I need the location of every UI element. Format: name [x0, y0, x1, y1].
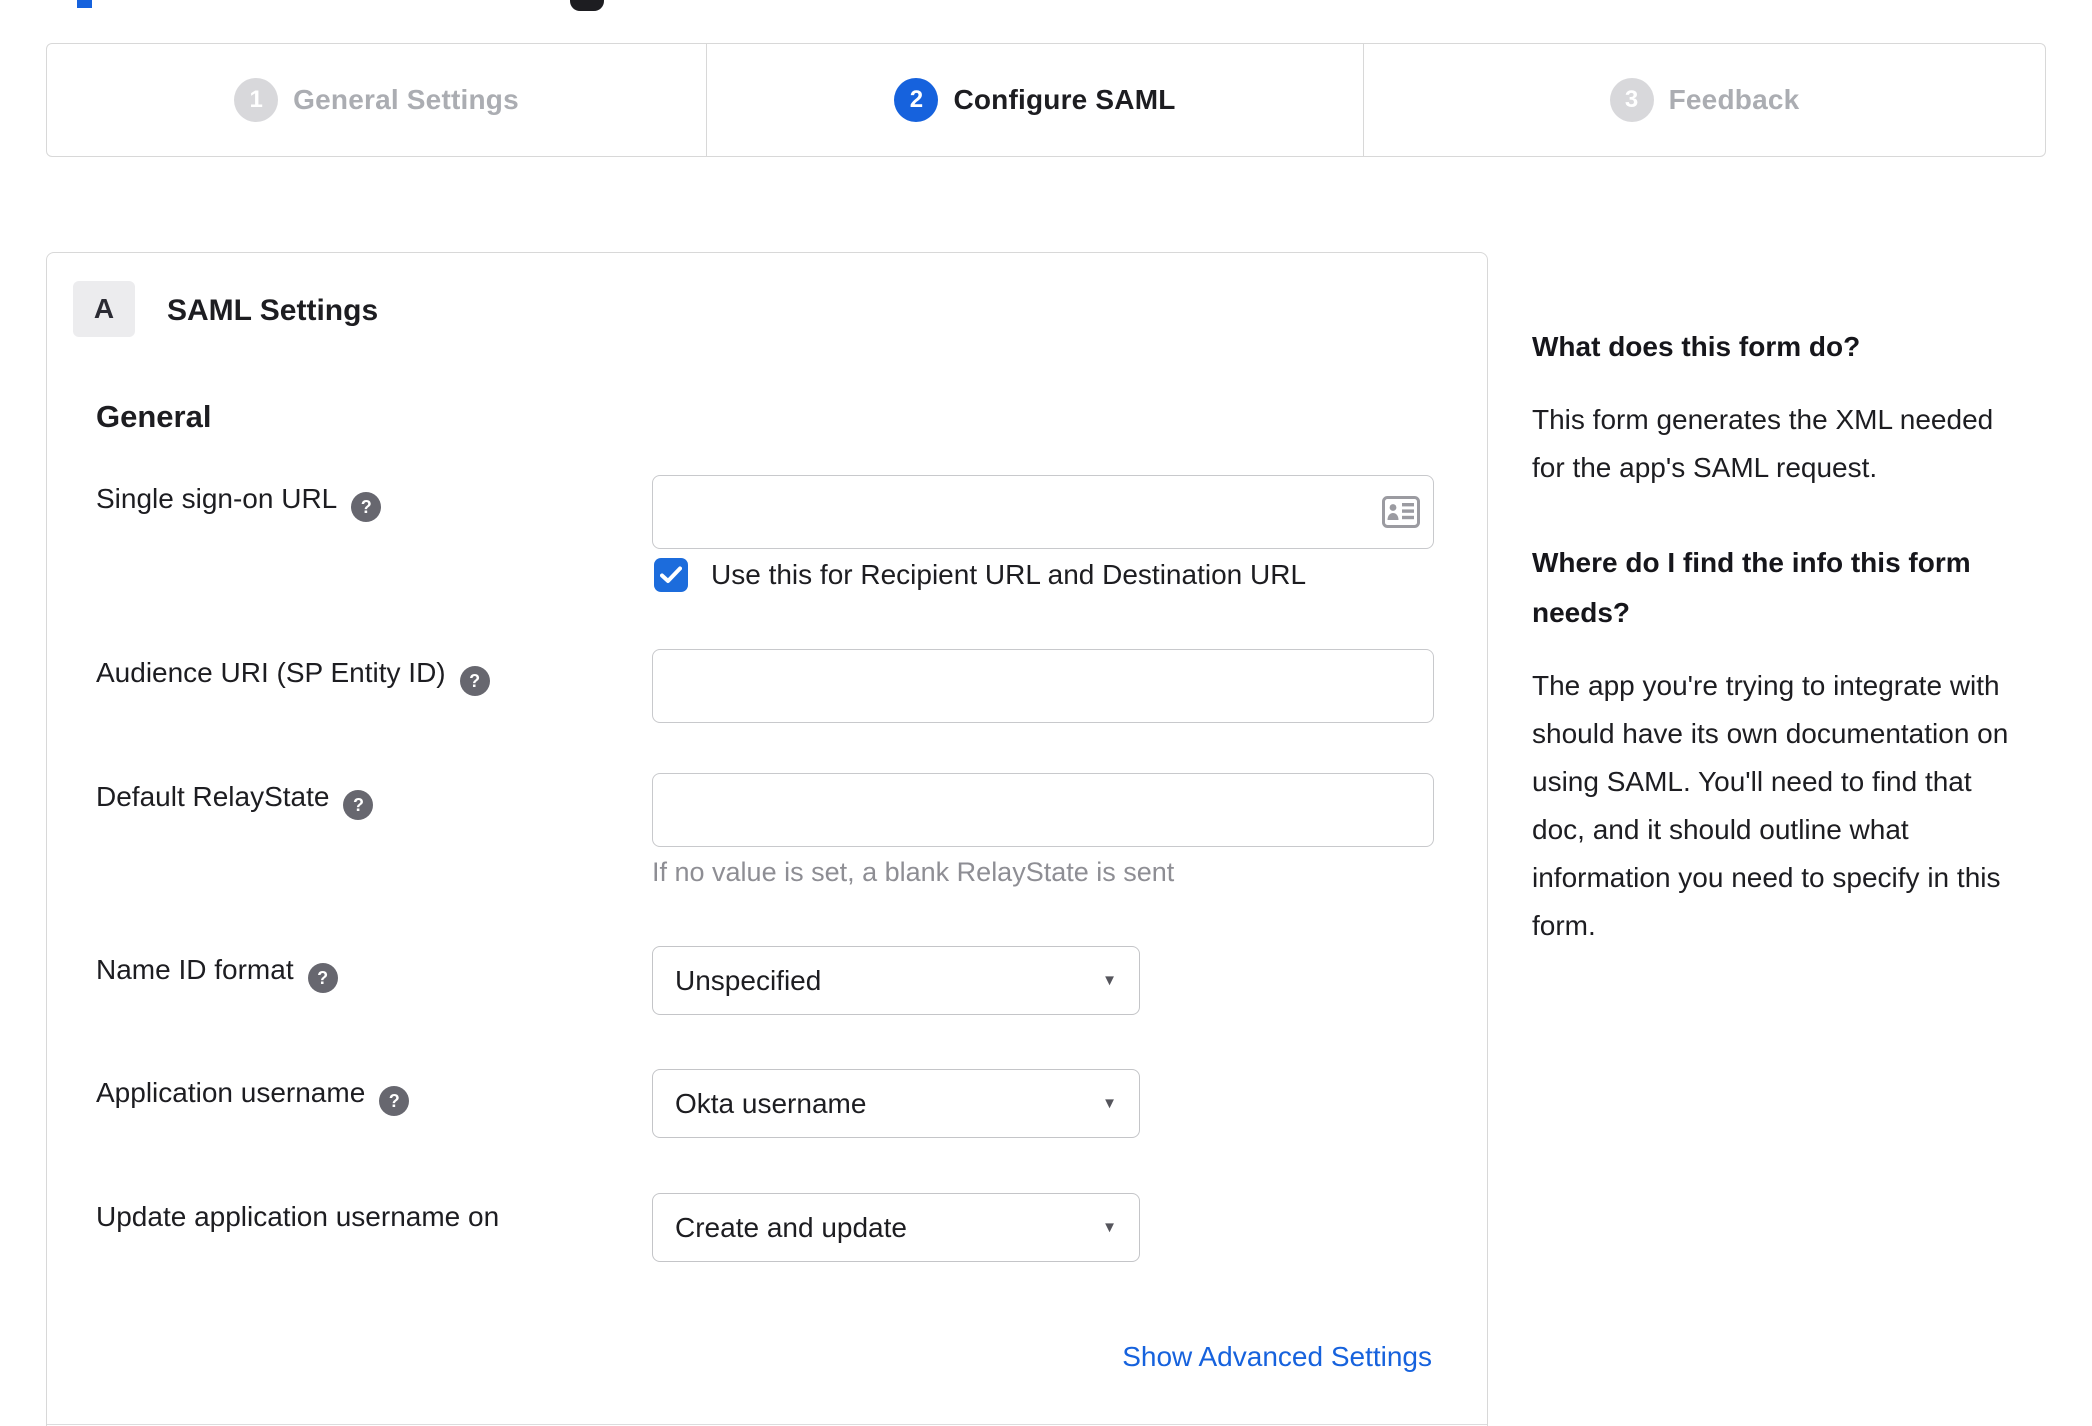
sso-url-field-wrap [652, 475, 1434, 549]
wizard-stepper: 1 General Settings 2 Configure SAML 3 Fe… [46, 43, 2046, 157]
step-3-label: Feedback [1668, 84, 1800, 115]
step-1-number-badge: 1 [234, 78, 279, 122]
help-icon[interactable] [343, 790, 374, 820]
sidebar-paragraph-what: This form generates the XML needed for t… [1532, 404, 1994, 483]
sso-url-label: Single sign-on URL [96, 483, 382, 522]
application-username-value: Okta username [675, 1087, 867, 1119]
cutoff-black-fragment [570, 0, 604, 11]
name-id-format-select[interactable]: Unspecified ▼ [652, 946, 1140, 1015]
help-sidebar: What does this form do? This form genera… [1532, 330, 2037, 950]
cutoff-blue-fragment [77, 0, 92, 8]
show-advanced-settings-link[interactable]: Show Advanced Settings [1122, 1341, 1432, 1373]
sidebar-paragraph-where: The app you're trying to integrate with … [1532, 670, 2009, 941]
relay-state-input[interactable] [652, 773, 1434, 847]
checkmark-icon [660, 566, 682, 583]
name-id-format-value: Unspecified [675, 964, 822, 996]
step-configure-saml[interactable]: 2 Configure SAML [706, 44, 1363, 156]
recipient-url-checkbox[interactable] [654, 558, 688, 592]
audience-uri-input[interactable] [652, 649, 1434, 723]
relay-state-label: Default RelayState [96, 781, 374, 820]
step-feedback[interactable]: 3 Feedback [1363, 44, 2045, 156]
application-username-label: Application username [96, 1077, 410, 1116]
chevron-down-icon: ▼ [1102, 1095, 1117, 1112]
help-icon[interactable] [379, 1086, 410, 1116]
general-heading: General [96, 399, 212, 434]
chevron-down-icon: ▼ [1102, 1219, 1117, 1236]
name-id-format-label: Name ID format [96, 954, 338, 993]
update-username-label: Update application username on [96, 1201, 500, 1232]
audience-uri-label: Audience URI (SP Entity ID) [96, 657, 490, 696]
step-1-label: General Settings [293, 84, 519, 115]
step-general-settings[interactable]: 1 General Settings [47, 44, 706, 156]
section-a-badge: A [73, 281, 135, 337]
step-2-label: Configure SAML [953, 84, 1176, 115]
panel-bottom-divider [47, 1424, 1487, 1425]
sidebar-heading-what: What does this form do? [1532, 331, 1861, 362]
sso-url-input[interactable] [652, 475, 1434, 549]
step-2-number-badge: 2 [894, 78, 939, 122]
step-3-number-badge: 3 [1609, 78, 1654, 122]
chevron-down-icon: ▼ [1102, 972, 1117, 989]
application-username-select[interactable]: Okta username ▼ [652, 1069, 1140, 1138]
recipient-url-checkbox-label: Use this for Recipient URL and Destinati… [711, 559, 1307, 590]
section-title: SAML Settings [167, 294, 379, 327]
help-icon[interactable] [459, 666, 490, 696]
saml-settings-panel: A SAML Settings General Single sign-on U… [46, 252, 1488, 1426]
relay-state-helper-text: If no value is set, a blank RelayState i… [652, 857, 1175, 887]
update-username-value: Create and update [675, 1211, 907, 1243]
sidebar-heading-where: Where do I find the info this form needs… [1532, 547, 1971, 628]
help-icon[interactable] [351, 492, 382, 522]
help-icon[interactable] [307, 963, 338, 993]
update-username-select[interactable]: Create and update ▼ [652, 1193, 1140, 1262]
contact-card-icon [1382, 496, 1420, 528]
